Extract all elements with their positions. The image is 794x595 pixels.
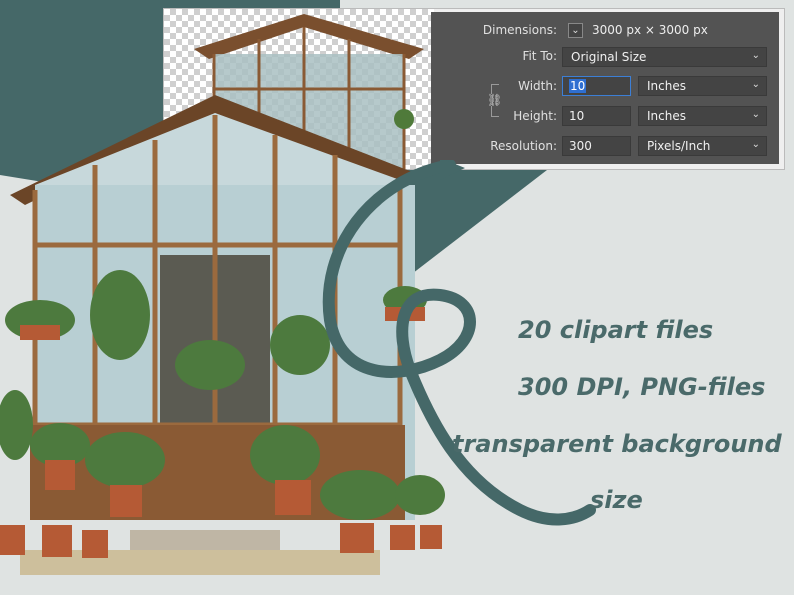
height-unit-value: Inches	[647, 109, 686, 123]
width-label: Width:	[518, 79, 557, 93]
resolution-unit-dropdown[interactable]: Pixels/Inch ⌄	[638, 136, 767, 156]
dimensions-value: 3000 px × 3000 px	[592, 23, 708, 37]
image-size-panel: Dimensions: ⌄ 3000 px × 3000 px Fit To: …	[431, 12, 779, 164]
width-input[interactable]: 10	[562, 76, 631, 96]
promo-line-clipart-files: 20 clipart files	[518, 316, 714, 344]
promo-line-dpi-png: 300 DPI, PNG-files	[518, 373, 766, 401]
chevron-down-icon[interactable]: ⌄	[568, 23, 583, 38]
fit-to-dropdown[interactable]: Original Size ⌄	[562, 47, 767, 67]
promo-line-size: size	[590, 486, 643, 514]
link-icon[interactable]: ⛓	[487, 93, 502, 107]
fit-to-label: Fit To:	[522, 49, 557, 63]
chevron-down-icon: ⌄	[751, 79, 760, 90]
chevron-down-icon: ⌄	[751, 139, 760, 150]
height-value: 10	[569, 109, 585, 123]
resolution-input[interactable]: 300	[562, 136, 631, 156]
width-value: 10	[569, 79, 587, 93]
promo-line-transparent-background: transparent background	[452, 430, 782, 458]
decorative-swirl	[322, 160, 596, 526]
height-unit-dropdown[interactable]: Inches ⌄	[638, 106, 767, 126]
dimensions-label: Dimensions:	[482, 23, 557, 37]
height-input[interactable]: 10	[562, 106, 631, 126]
width-unit-dropdown[interactable]: Inches ⌄	[638, 76, 767, 96]
resolution-unit-value: Pixels/Inch	[647, 139, 711, 153]
chevron-down-icon: ⌄	[751, 50, 760, 61]
resolution-label: Resolution:	[490, 139, 557, 153]
chevron-down-icon: ⌄	[751, 109, 760, 120]
height-label: Height:	[513, 109, 557, 123]
width-unit-value: Inches	[647, 79, 686, 93]
fit-to-value: Original Size	[571, 50, 647, 64]
resolution-value: 300	[569, 139, 592, 153]
